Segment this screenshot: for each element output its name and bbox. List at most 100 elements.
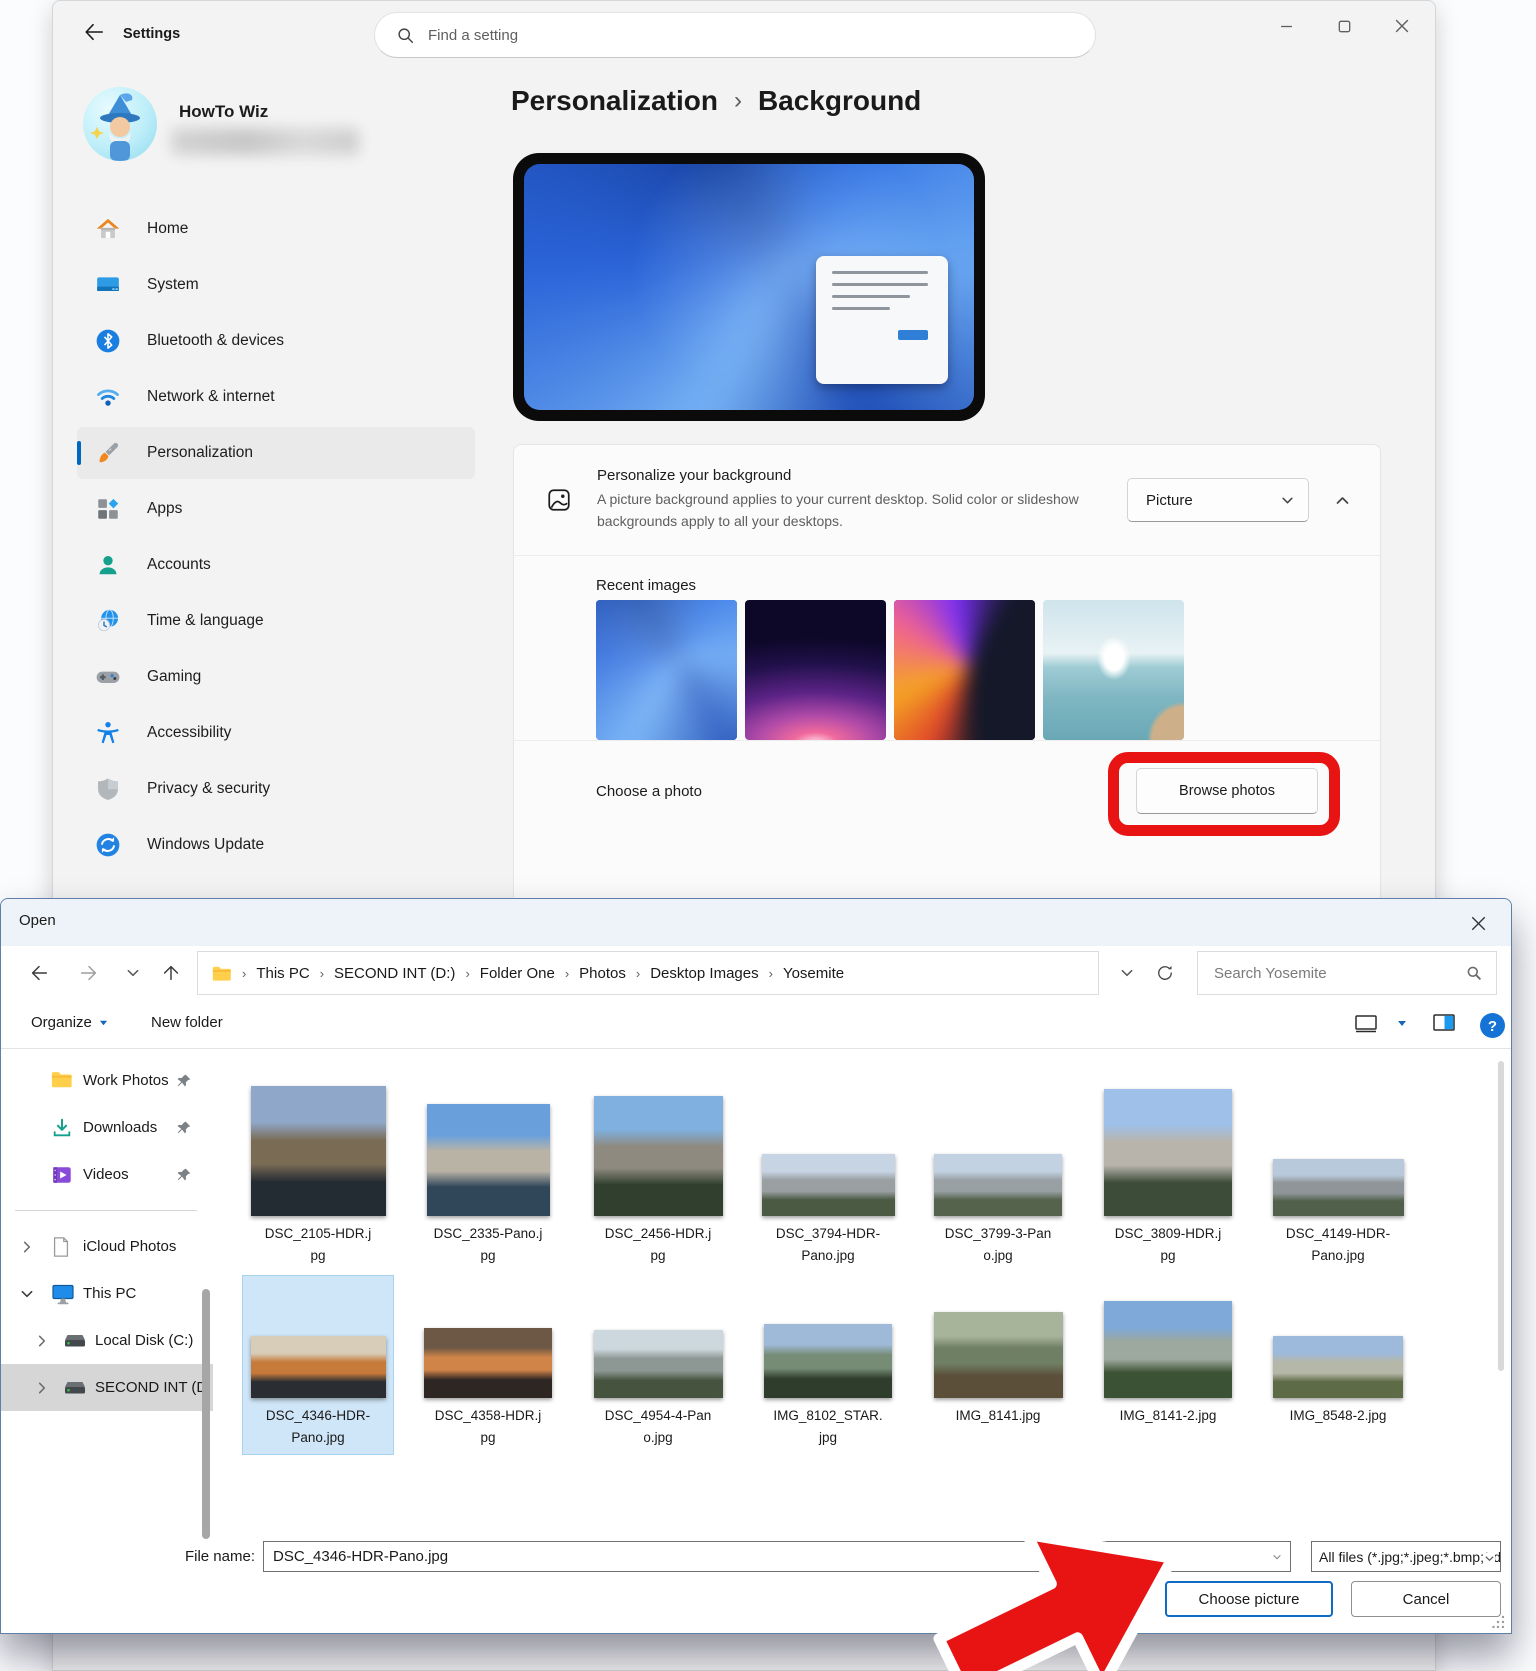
file-item[interactable]: DSC_4358-HDR.jpg <box>403 1276 573 1454</box>
address-bar[interactable]: › This PC › SECOND INT (D:) › Folder One › Phot… <box>197 951 1099 995</box>
address-dropdown-chevron[interactable] <box>1113 959 1141 987</box>
dialog-search-box[interactable] <box>1197 951 1497 995</box>
recent-image-windows-bloom-wallpaper[interactable] <box>596 600 737 740</box>
file-name: IMG_8548-2.jpg <box>1289 1408 1387 1423</box>
maximize-button[interactable] <box>1315 5 1373 47</box>
file-item[interactable]: IMG_8141-2.jpg <box>1083 1276 1253 1454</box>
folder-icon <box>212 966 231 981</box>
chevron-right-icon[interactable] <box>35 1381 49 1395</box>
path-segment[interactable]: Desktop Images <box>650 965 758 982</box>
sidebar-item-home[interactable]: Home <box>77 203 475 255</box>
sidebar-item-time-language[interactable]: Time & language <box>77 595 475 647</box>
background-preview-frame <box>513 153 985 421</box>
settings-search-box[interactable] <box>374 12 1096 58</box>
file-type-dropdown[interactable]: All files (*.jpg;*.jpeg;*.bmp;*.dib;*.pn… <box>1311 1541 1501 1572</box>
file-name: DSC_4954-4-Pano.jpg <box>604 1408 712 1445</box>
sidebar-item-windows-update[interactable]: Windows Update <box>77 819 475 871</box>
file-item[interactable]: DSC_3794-HDR-Pano.jpg <box>743 1074 913 1272</box>
views-icon[interactable] <box>1353 1011 1379 1035</box>
sidebar-item-accounts[interactable]: Accounts <box>77 539 475 591</box>
sidebar-item-gaming[interactable]: Gaming <box>77 651 475 703</box>
tree-item-icloud-photos[interactable]: iCloud Photos <box>1 1223 213 1270</box>
refresh-icon[interactable] <box>1151 959 1179 987</box>
file-thumbnail <box>1104 1301 1232 1398</box>
avatar[interactable] <box>83 87 157 161</box>
file-item[interactable]: DSC_2105-HDR.jpg <box>233 1074 403 1272</box>
dialog-search-input[interactable] <box>1214 964 1444 982</box>
nav-up-button[interactable] <box>157 959 185 987</box>
sidebar-item-privacy-security[interactable]: Privacy & security <box>77 763 475 815</box>
file-grid-row-2: DSC_4346-HDR-Pano.jpg DSC_4358-HDR.jpg DSC… <box>233 1274 1423 1456</box>
sidebar-item-system[interactable]: System <box>77 259 475 311</box>
background-preview-image <box>524 164 974 410</box>
collapse-section-button[interactable] <box>1335 493 1350 508</box>
combo-chevron-icon[interactable] <box>1272 1552 1282 1562</box>
file-thumbnail <box>764 1324 892 1398</box>
user-email-redacted <box>171 128 359 155</box>
file-item[interactable]: DSC_2456-HDR.jpg <box>573 1074 743 1272</box>
tree-item-downloads[interactable]: Downloads <box>1 1104 213 1151</box>
search-icon <box>398 27 414 43</box>
nav-recent-dropdown[interactable] <box>119 959 147 987</box>
recent-image-purple-glow-wallpaper[interactable] <box>745 600 886 740</box>
path-segment[interactable]: Folder One <box>480 965 555 982</box>
help-icon[interactable]: ? <box>1479 1012 1506 1039</box>
path-segment[interactable]: This PC <box>256 965 309 982</box>
personalize-description: A picture background applies to your cur… <box>597 491 1079 529</box>
file-grid-scrollbar[interactable] <box>1498 1061 1504 1371</box>
chevron-right-icon[interactable] <box>35 1334 49 1348</box>
path-segment[interactable]: Yosemite <box>783 965 844 982</box>
file-item[interactable]: DSC_4149-HDR-Pano.jpg <box>1253 1074 1423 1272</box>
background-type-dropdown[interactable]: Picture <box>1127 478 1309 522</box>
file-name-input[interactable] <box>264 1542 1249 1571</box>
chevron-down-icon[interactable] <box>20 1287 34 1301</box>
tree-scrollbar[interactable] <box>202 1289 210 1539</box>
nav-forward-button[interactable] <box>75 959 103 987</box>
file-type-value: All files (*.jpg;*.jpeg;*.bmp;*.dib;*.pn… <box>1319 1548 1501 1565</box>
chevron-right-icon[interactable] <box>20 1240 34 1254</box>
sidebar-item-apps[interactable]: Apps <box>77 483 475 535</box>
back-arrow-icon[interactable] <box>83 21 113 51</box>
organize-menu[interactable]: Organize <box>31 1014 108 1031</box>
sidebar-item-personalization[interactable]: Personalization <box>77 427 475 479</box>
tree-item-local-disk-c-[interactable]: Local Disk (C:) <box>1 1317 213 1364</box>
new-folder-button[interactable]: New folder <box>151 1014 223 1031</box>
tree-item-videos[interactable]: Videos <box>1 1151 213 1198</box>
breadcrumb-personalization[interactable]: Personalization <box>511 85 718 117</box>
tree-item-this-pc[interactable]: This PC <box>1 1270 213 1317</box>
tree-item-label: Work Photos <box>83 1072 169 1089</box>
sidebar-item-network-internet[interactable]: Network & internet <box>77 371 475 423</box>
tree-item-work-photos[interactable]: Work Photos <box>1 1057 213 1104</box>
browse-photos-button[interactable]: Browse photos <box>1136 768 1318 814</box>
svg-text:?: ? <box>1488 1018 1497 1035</box>
close-button[interactable] <box>1373 5 1431 47</box>
file-item[interactable]: DSC_3799-3-Pano.jpg <box>913 1074 1083 1272</box>
sidebar-item-bluetooth-devices[interactable]: Bluetooth & devices <box>77 315 475 367</box>
settings-search-input[interactable] <box>428 26 1028 44</box>
file-item[interactable]: IMG_8141.jpg <box>913 1276 1083 1454</box>
file-item[interactable]: DSC_2335-Pano.jpg <box>403 1074 573 1272</box>
chevron-up-icon <box>1336 496 1349 504</box>
dialog-close-button[interactable] <box>1455 903 1501 943</box>
path-segment[interactable]: SECOND INT (D:) <box>334 965 455 982</box>
nav-back-button[interactable] <box>25 959 53 987</box>
file-item[interactable]: DSC_3809-HDR.jpg <box>1083 1074 1253 1272</box>
resize-grip[interactable] <box>1492 1614 1506 1628</box>
tree-item-second-int-d[interactable]: SECOND INT (D <box>1 1364 213 1411</box>
sidebar-item-accessibility[interactable]: Accessibility <box>77 707 475 759</box>
minimize-button[interactable] <box>1257 5 1315 47</box>
file-item[interactable]: IMG_8548-2.jpg <box>1253 1276 1423 1454</box>
choose-picture-button[interactable]: Choose picture <box>1165 1581 1333 1617</box>
cancel-button[interactable]: Cancel <box>1351 1581 1501 1617</box>
downloads-icon <box>51 1117 73 1139</box>
file-item-selected[interactable]: DSC_4346-HDR-Pano.jpg <box>242 1274 394 1456</box>
file-item[interactable]: IMG_8102_STAR.jpg <box>743 1276 913 1454</box>
pin-icon <box>176 1120 191 1135</box>
dialog-toolbar: Organize New folder ? <box>1 1003 1511 1049</box>
path-segment[interactable]: Photos <box>579 965 626 982</box>
file-item[interactable]: DSC_4954-4-Pano.jpg <box>573 1276 743 1454</box>
preview-pane-icon[interactable] <box>1431 1011 1457 1035</box>
views-caret-icon[interactable] <box>1397 1018 1407 1028</box>
recent-image-colorful-ribbon-wallpaper[interactable] <box>894 600 1035 740</box>
recent-image-calm-lake-wallpaper[interactable] <box>1043 600 1184 740</box>
